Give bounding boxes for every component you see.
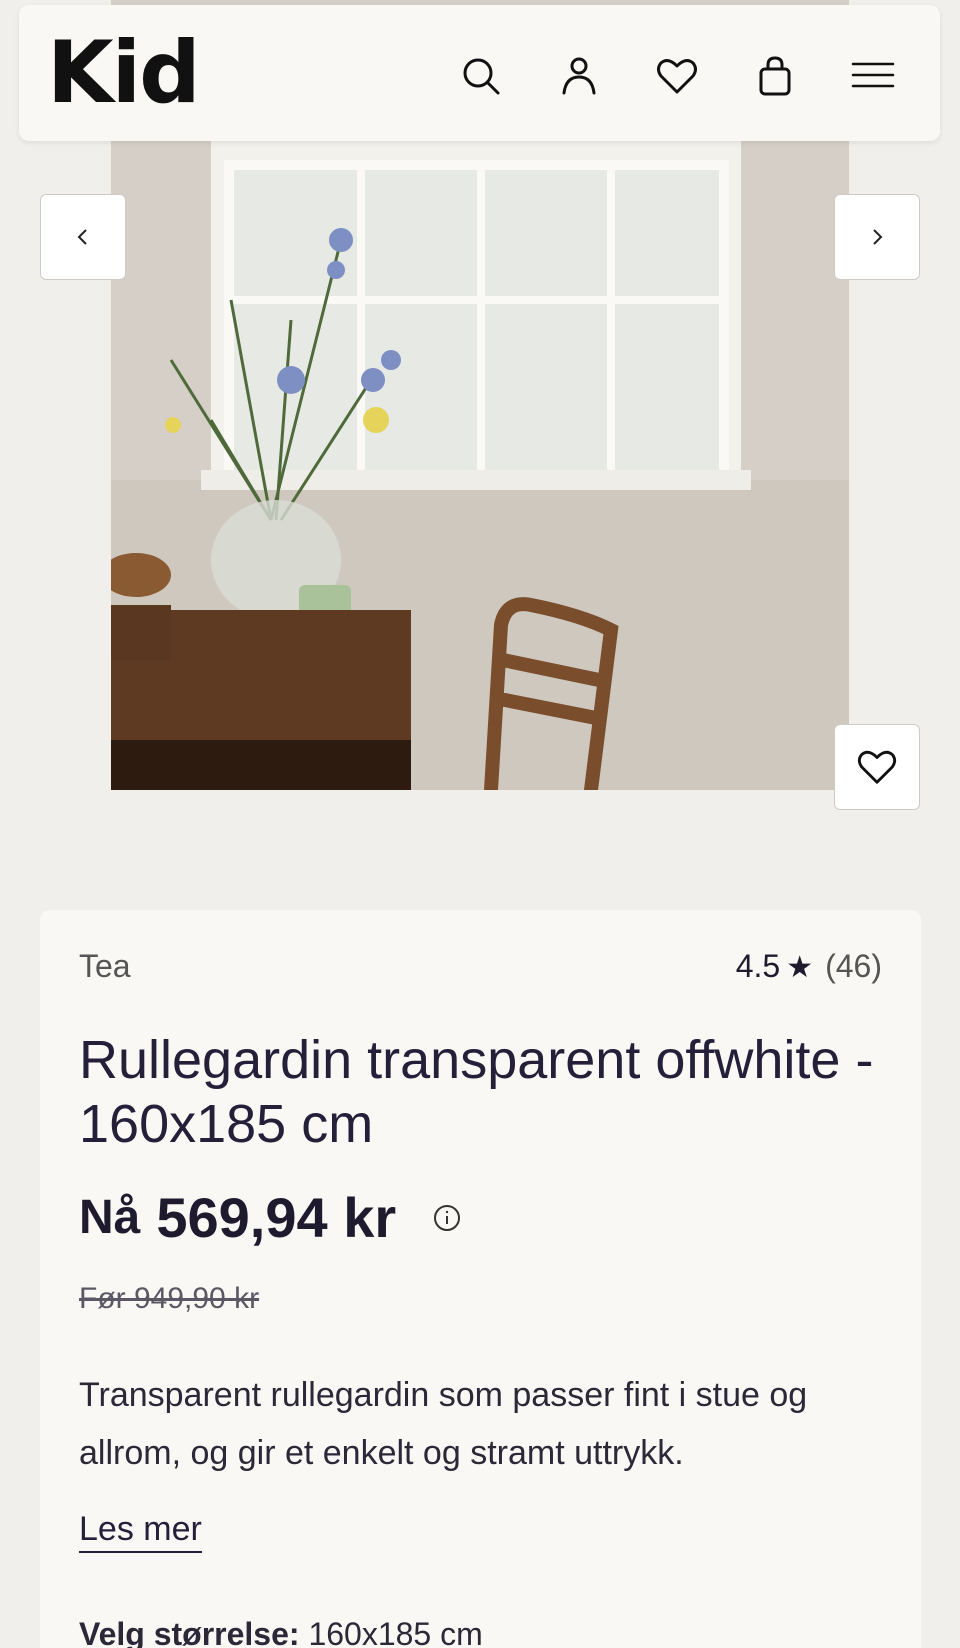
logo[interactable]: Kid xyxy=(47,25,201,121)
product-title: Rullegardin transparent offwhite - 160x1… xyxy=(79,1030,874,1154)
cart-icon[interactable] xyxy=(749,50,801,102)
carousel-next-button[interactable] xyxy=(834,194,920,280)
review-count: (46) xyxy=(825,948,882,984)
product-info-card: Tea 4.5 ★ (46) Rullegardin transparent o… xyxy=(40,910,921,1648)
brand-link[interactable]: Tea xyxy=(79,948,131,985)
chevron-left-icon xyxy=(77,229,87,245)
chevron-right-icon xyxy=(873,229,883,245)
product-description: Transparent rullegardin som passer fint … xyxy=(79,1376,808,1472)
heart-icon xyxy=(857,750,897,784)
size-value: 160x185 cm xyxy=(308,1616,483,1648)
wishlist-icon[interactable] xyxy=(651,50,703,102)
search-icon[interactable] xyxy=(455,50,507,102)
price-value: 569,94 kr xyxy=(156,1186,397,1249)
carousel-prev-button[interactable] xyxy=(40,194,126,280)
rating[interactable]: 4.5 ★ (46) xyxy=(736,948,882,985)
rating-score: 4.5 xyxy=(735,948,781,984)
info-icon[interactable] xyxy=(432,1203,462,1233)
menu-icon[interactable] xyxy=(847,50,899,102)
star-icon: ★ xyxy=(786,951,814,984)
size-label: Velg størrelse: xyxy=(79,1616,300,1648)
favorite-button[interactable] xyxy=(834,724,920,810)
site-header: Kid xyxy=(19,5,940,141)
read-more-link[interactable]: Les mer xyxy=(79,1510,202,1553)
current-price: Nå 569,94 kr xyxy=(79,1185,462,1250)
size-selector-label: Velg størrelse: 160x185 cm xyxy=(79,1616,483,1648)
price-prefix: Nå xyxy=(79,1191,141,1244)
account-icon[interactable] xyxy=(553,50,605,102)
previous-price: Før 949,90 kr xyxy=(79,1282,260,1315)
